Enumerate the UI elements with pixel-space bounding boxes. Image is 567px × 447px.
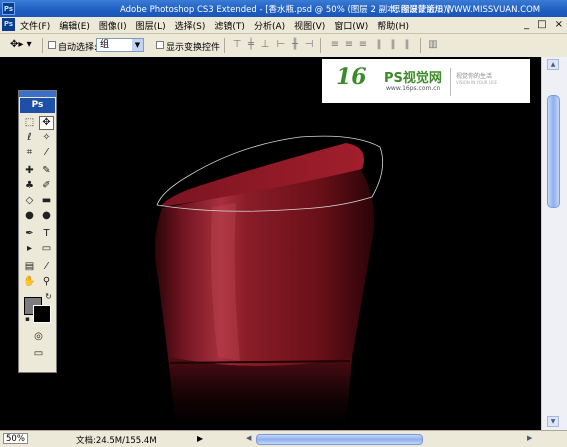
quick-mask-icon[interactable]: ◎ xyxy=(31,330,46,344)
menu-analysis[interactable]: 分析(A) xyxy=(254,19,285,32)
auto-select-checkbox[interactable] xyxy=(48,41,56,49)
align-bottom-icon[interactable]: ⊥ xyxy=(260,39,270,50)
scroll-right-icon[interactable]: ▶ xyxy=(527,434,532,442)
doc-minimize-button[interactable]: _ xyxy=(524,19,529,30)
doc-close-button[interactable]: × xyxy=(555,19,563,30)
crop-tool-icon[interactable]: ⌗ xyxy=(22,146,37,160)
path-selection-tool-icon[interactable]: ▸ xyxy=(22,242,37,256)
slice-tool-icon[interactable]: ⁄ xyxy=(39,146,54,160)
align-left-icon[interactable]: ⊢ xyxy=(276,39,286,50)
menu-bar: Ps 文件(F) 编辑(E) 图像(I) 图层(L) 选择(S) 滤镜(T) 分… xyxy=(0,17,567,34)
tools-panel: Ps ⬚ ✥ ℓ ✧ ⌗ ⁄ ✚ ✎ ♣ ✐ ◇ ▬ ● ● ✒ T ▸ ▭ ▤… xyxy=(18,90,57,373)
distribute-right-icon[interactable]: ‖ xyxy=(402,39,412,50)
logo-name: PS视觉网 xyxy=(384,71,442,86)
move-tool-icon[interactable]: ✥ xyxy=(39,116,54,130)
site-logo-panel: 16 PS视觉网 www.16ps.com.cn 视觉你的生活 VISION I… xyxy=(322,59,530,103)
gradient-tool-icon[interactable]: ▬ xyxy=(39,194,54,208)
chevron-down-icon: ▼ xyxy=(132,39,143,51)
auto-select-dropdown[interactable]: 组 ▼ xyxy=(96,38,144,52)
watermark-text: 思缘设计论坛 WWW.MISSVUAN.COM xyxy=(392,5,541,15)
vertical-scrollbar[interactable]: ▲ ▼ xyxy=(541,57,567,430)
vertical-scroll-thumb[interactable] xyxy=(547,95,560,208)
menu-select[interactable]: 选择(S) xyxy=(175,19,206,32)
menu-edit[interactable]: 编辑(E) xyxy=(59,19,90,32)
hand-tool-icon[interactable]: ✋ xyxy=(22,275,37,289)
document-icon[interactable]: Ps xyxy=(2,18,15,31)
pen-tool-icon[interactable]: ✒ xyxy=(22,227,37,241)
menu-items: 文件(F) 编辑(E) 图像(I) 图层(L) 选择(S) 滤镜(T) 分析(A… xyxy=(20,19,409,32)
zoom-level-field[interactable]: 50% xyxy=(3,433,28,444)
clone-stamp-tool-icon[interactable]: ♣ xyxy=(22,179,37,193)
zoom-tool-icon[interactable]: ⚲ xyxy=(39,275,54,289)
menu-view[interactable]: 视图(V) xyxy=(294,19,325,32)
canvas-area[interactable]: 16 PS视觉网 www.16ps.com.cn 视觉你的生活 VISION I… xyxy=(0,57,541,430)
dodge-tool-icon[interactable]: ● xyxy=(39,209,54,223)
tools-panel-grip[interactable] xyxy=(19,91,56,97)
distribute-hcenter-icon[interactable]: ‖ xyxy=(388,39,398,50)
healing-brush-tool-icon[interactable]: ✚ xyxy=(22,164,37,178)
swap-colors-icon[interactable]: ↻ xyxy=(41,290,56,304)
divider xyxy=(450,68,451,96)
align-vcenter-icon[interactable]: ╪ xyxy=(246,39,256,50)
status-menu-arrow-icon[interactable]: ▶ xyxy=(197,434,203,443)
options-bar: ✥▸ ▾ 自动选择: 组 ▼ 显示变换控件 ⊤ ╪ ⊥ ⊢ ╫ ⊣ ≡ ≡ ≡ … xyxy=(0,34,567,58)
magic-wand-tool-icon[interactable]: ✧ xyxy=(39,131,54,145)
marquee-tool-icon[interactable]: ⬚ xyxy=(22,116,37,130)
divider xyxy=(420,38,421,53)
logo-slogan-en: VISION IN YOUR LIFE xyxy=(456,80,498,85)
canvas-artwork xyxy=(154,135,384,430)
background-color-swatch[interactable] xyxy=(33,305,51,323)
distribute-top-icon[interactable]: ≡ xyxy=(330,39,340,50)
title-bar: Ps Adobe Photoshop CS3 Extended - [香水瓶.p… xyxy=(0,0,567,17)
eraser-tool-icon[interactable]: ◇ xyxy=(22,194,37,208)
notes-tool-icon[interactable]: ▤ xyxy=(22,260,37,274)
scroll-up-icon[interactable]: ▲ xyxy=(547,59,559,70)
status-bar: 50% 文档:24.5M/155.4M ▶ ◀ ▶ xyxy=(0,430,567,447)
divider xyxy=(224,38,225,53)
menu-help[interactable]: 帮助(H) xyxy=(377,19,409,32)
history-brush-tool-icon[interactable]: ✐ xyxy=(39,179,54,193)
default-colors-icon[interactable]: ▪ xyxy=(20,312,35,326)
logo-number: 16 xyxy=(336,64,367,90)
bottle-reflection xyxy=(168,357,352,430)
align-top-icon[interactable]: ⊤ xyxy=(232,39,242,50)
distribute-bottom-icon[interactable]: ≡ xyxy=(358,39,368,50)
move-tool-preset-icon[interactable]: ✥▸ ▾ xyxy=(10,39,32,50)
logo-slogan: 视觉你的生活 xyxy=(456,73,493,80)
distribute-left-icon[interactable]: ‖ xyxy=(374,39,384,50)
logo-url: www.16ps.com.cn xyxy=(386,85,441,92)
document-window-controls: _ □ × xyxy=(524,19,563,30)
menu-filter[interactable]: 滤镜(T) xyxy=(214,19,245,32)
doc-restore-button[interactable]: □ xyxy=(537,19,546,30)
menu-file[interactable]: 文件(F) xyxy=(20,19,50,32)
menu-layer[interactable]: 图层(L) xyxy=(136,19,166,32)
type-tool-icon[interactable]: T xyxy=(39,227,54,241)
auto-select-value: 组 xyxy=(100,40,110,50)
align-right-icon[interactable]: ⊣ xyxy=(304,39,314,50)
tools-ps-logo[interactable]: Ps xyxy=(20,98,55,113)
brush-tool-icon[interactable]: ✎ xyxy=(39,164,54,178)
photoshop-app-icon[interactable]: Ps xyxy=(2,2,15,15)
menu-image[interactable]: 图像(I) xyxy=(99,19,127,32)
blur-tool-icon[interactable]: ● xyxy=(22,209,37,223)
menu-window[interactable]: 窗口(W) xyxy=(334,19,368,32)
document-size-info: 文档:24.5M/155.4M xyxy=(76,436,157,446)
align-hcenter-icon[interactable]: ╫ xyxy=(290,39,300,50)
distribute-vcenter-icon[interactable]: ≡ xyxy=(344,39,354,50)
lasso-tool-icon[interactable]: ℓ xyxy=(22,131,37,145)
show-transform-label: 显示变换控件 xyxy=(166,43,221,53)
eyedropper-tool-icon[interactable]: ⁄ xyxy=(39,260,54,274)
divider xyxy=(320,38,321,53)
horizontal-scroll-thumb[interactable] xyxy=(256,434,423,445)
divider xyxy=(42,38,43,53)
auto-align-layers-icon[interactable]: ▥ xyxy=(428,39,438,50)
show-transform-checkbox[interactable] xyxy=(156,41,164,49)
scroll-down-icon[interactable]: ▼ xyxy=(547,416,559,427)
auto-select-label: 自动选择: xyxy=(58,43,98,53)
shape-tool-icon[interactable]: ▭ xyxy=(39,242,54,256)
screen-mode-icon[interactable]: ▭ xyxy=(31,347,46,361)
scroll-left-icon[interactable]: ◀ xyxy=(246,434,251,442)
